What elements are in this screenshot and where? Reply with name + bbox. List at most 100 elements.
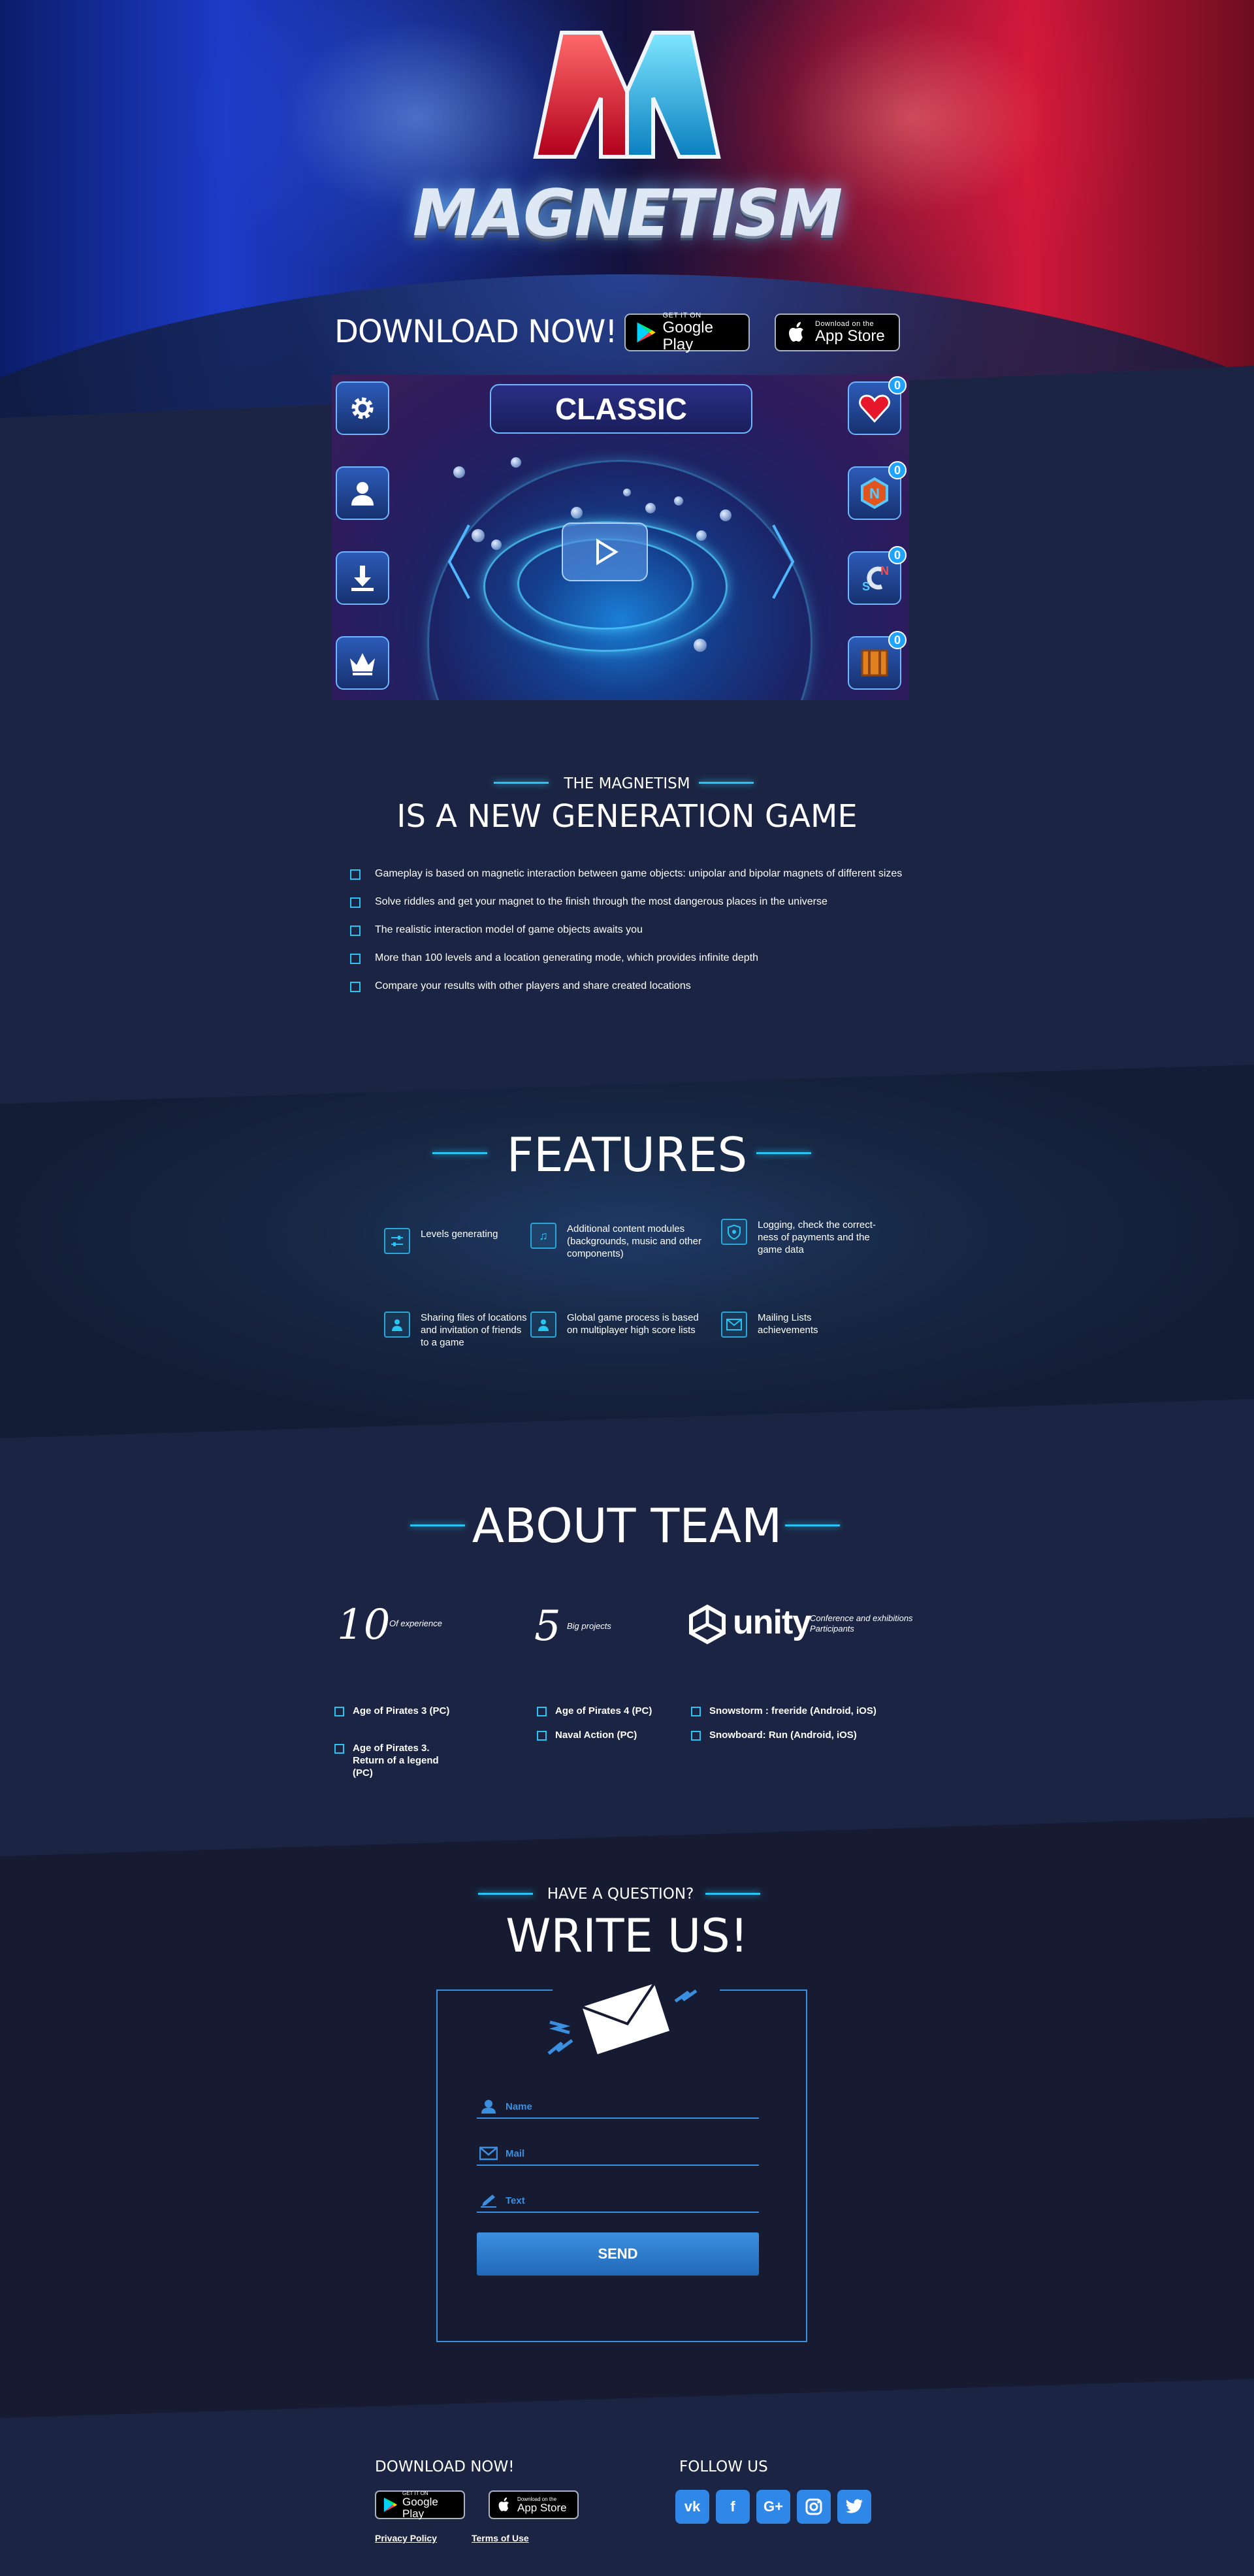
- leaderboard-button[interactable]: [336, 636, 389, 690]
- terms-of-use-link[interactable]: Terms of Use: [472, 2533, 529, 2543]
- n-magnet-icon: N: [861, 477, 888, 509]
- play-icon: [596, 538, 619, 566]
- svg-text:S: S: [862, 580, 870, 593]
- intro-title: IS A NEW GENERATION GAME: [396, 798, 858, 835]
- ns-magnet-icon: NS: [862, 564, 889, 593]
- download-button[interactable]: [336, 551, 389, 605]
- project-item: Age of Pirates 3. Return of a legend (PC…: [334, 1742, 458, 1779]
- chevron-left-icon[interactable]: [445, 523, 472, 601]
- ns-magnet-count-badge: 0: [888, 546, 907, 564]
- particle: [511, 457, 521, 468]
- share-user-icon: [384, 1312, 410, 1338]
- apple-icon: [498, 2497, 509, 2511]
- hero-section: MAGNETISM DOWNLOAD NOW! GET IT ON Google…: [0, 0, 1254, 418]
- download-icon: [351, 566, 374, 591]
- user-icon: [481, 2100, 496, 2114]
- chevron-right-icon[interactable]: [771, 523, 797, 601]
- heart-icon: [859, 394, 890, 423]
- feature-text: Global game process is based on multipla…: [567, 1312, 699, 1336]
- app-store-big-label: App Store: [517, 2501, 567, 2514]
- crate-count-badge: 0: [888, 631, 907, 649]
- n-magnet-count-badge: 0: [888, 461, 907, 479]
- google-plus-icon[interactable]: G+: [756, 2490, 790, 2524]
- google-play-icon: [637, 322, 656, 343]
- app-store-big-label: App Store: [815, 327, 885, 345]
- lives-count-badge: 0: [888, 376, 907, 394]
- name-field[interactable]: [477, 2095, 759, 2119]
- magnetism-logo-word: MAGNETISM: [412, 176, 843, 251]
- footer-download-title: DOWNLOAD NOW!: [375, 2458, 515, 2475]
- projects-column-2: Age of Pirates 4 (PC) Naval Action (PC): [537, 1705, 681, 1741]
- intro-bullet: The realistic interaction model of game …: [350, 922, 977, 950]
- lives-button[interactable]: 0: [848, 376, 907, 435]
- project-item: Age of Pirates 3 (PC): [334, 1705, 478, 1717]
- google-play-big-label: Google Play: [662, 319, 713, 353]
- mail-field[interactable]: [477, 2142, 759, 2166]
- settings-button[interactable]: [336, 381, 389, 435]
- feature-text: Logging, check the correct-ness of payme…: [758, 1219, 876, 1255]
- instagram-glyph: [805, 2498, 822, 2515]
- ns-magnet-button[interactable]: NS 0: [848, 546, 907, 605]
- shield-icon: [721, 1219, 747, 1245]
- apple-icon: [789, 322, 803, 342]
- game-mode-title[interactable]: CLASSIC: [490, 384, 752, 434]
- feature-item: Global game process is based on multipla…: [530, 1312, 720, 1338]
- hero-download-row: DOWNLOAD NOW! GET IT ON Google Play Down…: [334, 312, 922, 353]
- footer-follow-title: FOLLOW US: [679, 2458, 768, 2475]
- download-now-title: DOWNLOAD NOW!: [334, 314, 618, 350]
- intro-bullet: Compare your results with other players …: [350, 978, 977, 1006]
- stat-label: Big projects: [567, 1621, 611, 1631]
- intro-bullet: Solve riddles and get your magnet to the…: [350, 894, 977, 922]
- contact-kicker: HAVE A QUESTION?: [547, 1886, 694, 1903]
- features-title: FEATURES: [506, 1127, 748, 1182]
- n-magnet-button[interactable]: N 0: [848, 461, 907, 520]
- send-button[interactable]: SEND: [477, 2232, 759, 2276]
- gear-icon: [351, 397, 374, 419]
- feature-item: Logging, check the correct-ness of payme…: [721, 1219, 910, 1256]
- unity-label: Conference and exhibitions Participants: [810, 1613, 913, 1634]
- svg-text:N: N: [880, 564, 889, 577]
- crate-icon: [861, 649, 888, 677]
- text-field[interactable]: [477, 2189, 759, 2213]
- footer-app-store-button[interactable]: Download on the App Store: [489, 2490, 579, 2519]
- magnet-m-logo: [533, 31, 721, 159]
- user-icon: [351, 482, 374, 506]
- projects-column-1: Age of Pirates 3 (PC) Age of Pirates 3. …: [334, 1705, 478, 1779]
- mail-icon: [479, 2146, 498, 2161]
- crate-button[interactable]: 0: [848, 631, 907, 690]
- game-screenshot: CLASSIC 0 N 0 NS 0 0: [332, 375, 909, 700]
- sliders-icon: [384, 1228, 410, 1254]
- name-input[interactable]: [506, 2101, 754, 2112]
- user-icon: [530, 1312, 556, 1338]
- project-item: Age of Pirates 4 (PC): [537, 1705, 681, 1717]
- privacy-policy-link[interactable]: Privacy Policy: [375, 2533, 437, 2543]
- text-input[interactable]: [506, 2195, 754, 2206]
- google-play-button[interactable]: GET IT ON Google Play: [624, 312, 750, 353]
- team-title: ABOUT TEAM: [472, 1498, 782, 1553]
- svg-text:N: N: [869, 485, 880, 502]
- intro-bullet-list: Gameplay is based on magnetic interactio…: [350, 866, 977, 1006]
- music-note-icon: ♫: [530, 1223, 556, 1249]
- mail-input[interactable]: [506, 2148, 754, 2159]
- facebook-icon[interactable]: f: [716, 2490, 750, 2524]
- app-store-button[interactable]: Download on the App Store: [775, 314, 900, 351]
- feature-item: ♫ Additional content modules (background…: [530, 1223, 720, 1260]
- instagram-icon[interactable]: [797, 2490, 831, 2524]
- vk-icon[interactable]: vk: [675, 2490, 709, 2524]
- play-button[interactable]: [562, 523, 648, 581]
- footer-google-play-button[interactable]: GET IT ON Google Play: [375, 2490, 465, 2519]
- mail-icon: [721, 1312, 747, 1338]
- feature-item: Mailing Lists achievements: [721, 1312, 910, 1338]
- stat-label: Of experience: [389, 1618, 442, 1628]
- project-item: Snowstorm : freeride (Android, iOS): [691, 1705, 900, 1717]
- projects-column-3: Snowstorm : freeride (Android, iOS) Snow…: [691, 1705, 900, 1741]
- feature-text: Mailing Lists achievements: [758, 1312, 818, 1336]
- twitter-icon[interactable]: [837, 2490, 871, 2524]
- intro-bullet: Gameplay is based on magnetic interactio…: [350, 866, 977, 894]
- profile-button[interactable]: [336, 466, 389, 520]
- contact-title: WRITE US!: [506, 1909, 748, 1963]
- stat-number: 5: [534, 1602, 561, 1650]
- google-play-big-label: Google Play: [402, 2495, 438, 2520]
- feature-text: Sharing files of locations and invitatio…: [421, 1312, 527, 1348]
- envelope-icon: [547, 1982, 698, 2055]
